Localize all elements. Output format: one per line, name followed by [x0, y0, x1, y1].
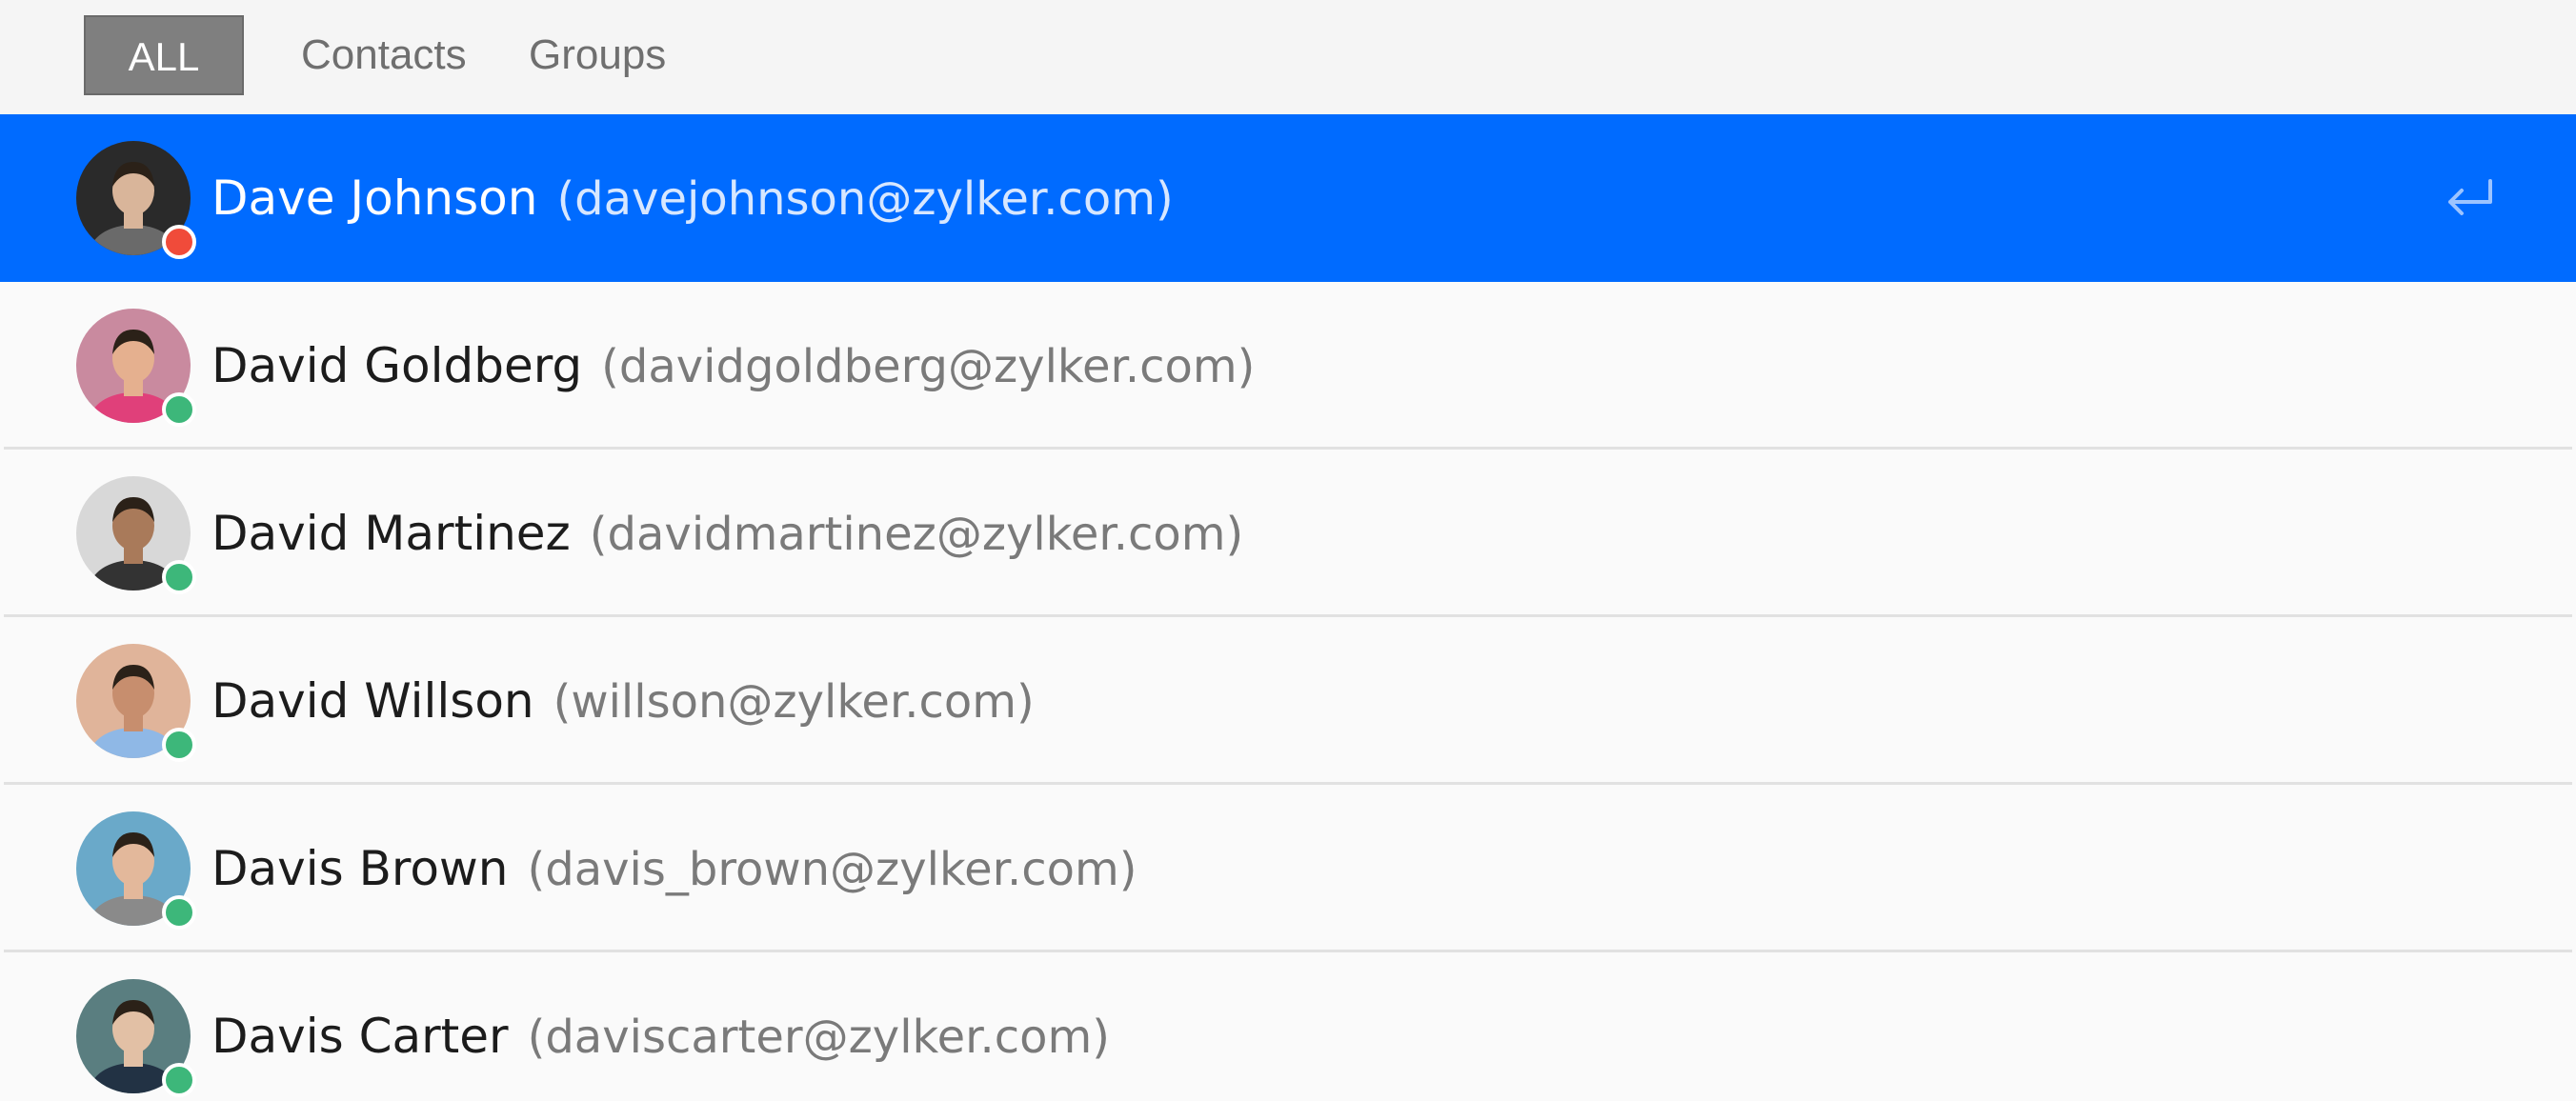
contact-email: (daviscarter@zylker.com)	[527, 1011, 1110, 1064]
contact-name: Davis Carter	[211, 1009, 509, 1064]
contact-row[interactable]: Davis Carter (daviscarter@zylker.com)	[0, 952, 2576, 1101]
tab-contacts[interactable]: Contacts	[301, 15, 467, 95]
contact-row[interactable]: David Goldberg (davidgoldberg@zylker.com)	[0, 282, 2576, 450]
status-online-indicator	[162, 895, 196, 930]
contact-row[interactable]: David Martinez (davidmartinez@zylker.com)	[0, 450, 2576, 617]
tab-groups[interactable]: Groups	[529, 15, 666, 95]
status-online-indicator	[162, 560, 196, 594]
contact-label: Davis Brown (davis_brown@zylker.com)	[211, 785, 1137, 952]
contact-label: David Martinez (davidmartinez@zylker.com)	[211, 450, 1243, 617]
avatar	[76, 476, 196, 594]
avatar	[76, 811, 196, 930]
tab-all[interactable]: ALL	[84, 15, 244, 95]
contact-email: (davejohnson@zylker.com)	[556, 172, 1174, 226]
avatar	[76, 979, 196, 1097]
contact-name: David Willson	[211, 673, 534, 729]
contact-label: Dave Johnson (davejohnson@zylker.com)	[211, 114, 1174, 282]
avatar	[76, 644, 196, 762]
avatar	[76, 309, 196, 427]
contact-label: David Willson (willson@zylker.com)	[211, 617, 1035, 785]
contact-row[interactable]: Dave Johnson (davejohnson@zylker.com)	[0, 114, 2576, 282]
avatar	[76, 141, 196, 259]
contact-name: David Goldberg	[211, 338, 583, 393]
status-online-indicator	[162, 728, 196, 762]
status-online-indicator	[162, 392, 196, 427]
status-online-indicator	[162, 1063, 196, 1097]
contact-row[interactable]: Davis Brown (davis_brown@zylker.com)	[0, 785, 2576, 952]
contact-row[interactable]: David Willson (willson@zylker.com)	[0, 617, 2576, 785]
enter-arrow-icon[interactable]	[2441, 170, 2498, 227]
contact-email: (davidgoldberg@zylker.com)	[601, 340, 1256, 393]
contact-name: Davis Brown	[211, 841, 509, 896]
contact-label: David Goldberg (davidgoldberg@zylker.com)	[211, 282, 1255, 450]
contact-email: (willson@zylker.com)	[553, 675, 1035, 729]
contact-label: Davis Carter (daviscarter@zylker.com)	[211, 952, 1110, 1101]
contact-email: (davis_brown@zylker.com)	[527, 843, 1137, 896]
contact-name: Dave Johnson	[211, 170, 538, 226]
status-busy-indicator	[162, 225, 196, 259]
contact-list: Dave Johnson (davejohnson@zylker.com) Davi…	[0, 114, 2576, 1101]
contact-name: David Martinez	[211, 506, 571, 561]
filter-tabs: ALL Contacts Groups	[0, 0, 2576, 114]
contact-email: (davidmartinez@zylker.com)	[589, 508, 1244, 561]
